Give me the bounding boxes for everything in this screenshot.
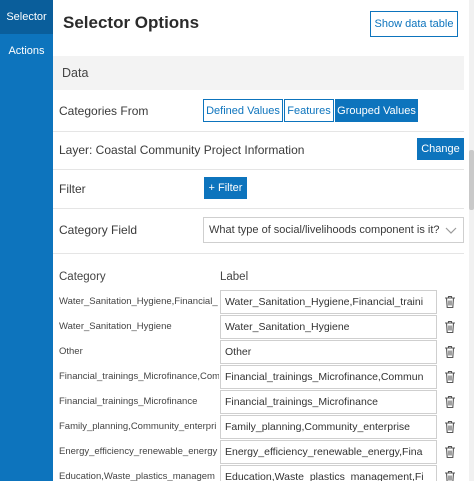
categories-from-label: Categories From	[59, 104, 149, 118]
category-row: Financial_trainings_Microfinance Financi…	[53, 390, 464, 414]
tab-actions[interactable]: Actions	[0, 34, 53, 68]
trash-icon[interactable]	[440, 467, 460, 481]
label-input[interactable]: Family_planning,Community_enterprise	[220, 415, 437, 439]
label-input[interactable]: Financial_trainings_Microfinance,Commun	[220, 365, 437, 389]
layer-name: Layer: Coastal Community Project Informa…	[59, 143, 305, 157]
chevron-down-icon	[445, 227, 457, 234]
category-row: Water_Sanitation_Hygiene Water_Sanitatio…	[53, 315, 464, 339]
side-rail: Selector Actions	[0, 0, 53, 481]
features-button[interactable]: Features	[284, 99, 334, 122]
panel-header: Selector Options Show data table	[53, 0, 474, 48]
trash-icon[interactable]	[440, 317, 460, 337]
category-value: Water_Sanitation_Hygiene,Financial_	[59, 296, 218, 307]
category-value: Education,Waste_plastics_managem	[59, 471, 215, 481]
trash-icon[interactable]	[440, 367, 460, 387]
grouped-values-button[interactable]: Grouped Values	[335, 99, 418, 122]
category-value: Water_Sanitation_Hygiene	[59, 321, 172, 332]
divider	[53, 169, 464, 170]
data-section-title: Data	[62, 66, 89, 80]
trash-icon[interactable]	[440, 292, 460, 312]
page-title: Selector Options	[63, 13, 200, 32]
trash-icon[interactable]	[440, 342, 460, 362]
category-field-value: What type of social/livelihoods componen…	[209, 224, 440, 236]
category-row: Water_Sanitation_Hygiene,Financial_ Wate…	[53, 290, 464, 314]
category-row: Financial_trainings_Microfinance,Com Fin…	[53, 365, 464, 389]
label-input[interactable]: Education,Waste_plastics_management,Fi	[220, 465, 437, 481]
category-row: Energy_efficiency_renewable_energy Energ…	[53, 440, 464, 464]
label-input[interactable]: Other	[220, 340, 437, 364]
label-input[interactable]: Water_Sanitation_Hygiene	[220, 315, 437, 339]
divider	[53, 253, 464, 254]
defined-values-button[interactable]: Defined Values	[203, 99, 283, 122]
label-input[interactable]: Financial_trainings_Microfinance	[220, 390, 437, 414]
divider	[53, 131, 464, 132]
category-value: Financial_trainings_Microfinance	[59, 396, 198, 407]
data-section-header: Data	[53, 56, 464, 90]
divider	[53, 208, 464, 209]
label-input[interactable]: Energy_efficiency_renewable_energy,Fina	[220, 440, 437, 464]
tab-selector[interactable]: Selector	[0, 0, 53, 34]
category-value: Family_planning,Community_enterpri	[59, 421, 217, 432]
filter-label: Filter	[59, 182, 86, 196]
trash-icon[interactable]	[440, 442, 460, 462]
category-field-label: Category Field	[59, 223, 138, 237]
category-column-header: Category	[59, 271, 106, 283]
add-filter-button[interactable]: + Filter	[204, 177, 247, 199]
change-layer-button[interactable]: Change	[417, 138, 464, 160]
trash-icon[interactable]	[440, 417, 460, 437]
scrollbar-thumb[interactable]	[469, 150, 474, 210]
show-data-table-button[interactable]: Show data table	[370, 11, 458, 37]
trash-icon[interactable]	[440, 392, 460, 412]
category-row: Family_planning,Community_enterpri Famil…	[53, 415, 464, 439]
selector-options-panel: Selector Options Show data table Data Ca…	[53, 0, 474, 481]
category-row: Other Other	[53, 340, 464, 364]
category-value: Other	[59, 346, 83, 357]
category-field-select[interactable]: What type of social/livelihoods componen…	[203, 217, 464, 243]
category-row: Education,Waste_plastics_managem Educati…	[53, 465, 464, 481]
label-input[interactable]: Water_Sanitation_Hygiene,Financial_train…	[220, 290, 437, 314]
vertical-scrollbar[interactable]	[469, 0, 474, 481]
category-value: Financial_trainings_Microfinance,Com	[59, 371, 219, 382]
category-value: Energy_efficiency_renewable_energy	[59, 446, 218, 457]
label-column-header: Label	[220, 271, 249, 283]
